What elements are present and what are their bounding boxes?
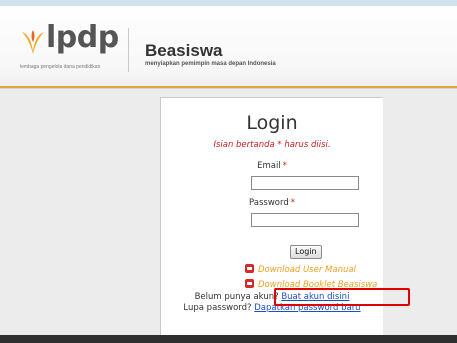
forgot-password-text: Lupa password?: [183, 303, 252, 313]
brand-subtitle: menyiapkan pemimpin masa depan Indonesia: [145, 61, 276, 67]
no-account-text: Belum punya akun?: [194, 292, 279, 302]
email-required-mark: *: [282, 161, 287, 171]
main-content: Login Isian bertanda * harus diisi. Emai…: [0, 89, 457, 337]
reset-password-link[interactable]: Dapatkan password baru: [254, 303, 360, 313]
login-panel: Login Isian bertanda * harus diisi. Emai…: [160, 97, 383, 337]
email-label-text: Email: [257, 161, 281, 171]
password-label: Password *: [161, 198, 383, 208]
download-booklet-link[interactable]: Download Booklet Beasiswa: [245, 279, 377, 291]
header-divider: [128, 28, 129, 72]
email-label: Email *: [161, 161, 383, 171]
pdf-icon: [245, 264, 254, 273]
create-account-line: Belum punya akun? Buat akun disini: [161, 292, 383, 303]
required-fields-hint: Isian bertanda * harus diisi.: [213, 140, 331, 150]
forgot-password-line: Lupa password? Dapatkan password baru: [161, 303, 383, 314]
pdf-icon: [245, 279, 254, 288]
download-user-manual-link[interactable]: Download User Manual: [245, 264, 356, 276]
create-account-link[interactable]: Buat akun disini: [281, 292, 349, 302]
download-user-manual-label: Download User Manual: [258, 265, 356, 275]
brand-title: Beasiswa: [145, 41, 223, 60]
download-booklet-label: Download Booklet Beasiswa: [258, 280, 378, 290]
password-label-text: Password: [249, 198, 289, 208]
logo-tagline: lembaga pengelola dana pendidikan: [20, 64, 101, 70]
logo-wordmark: lpdp: [46, 20, 119, 55]
bottom-bar: [0, 335, 457, 343]
password-required-mark: *: [290, 198, 295, 208]
email-field[interactable]: [251, 176, 359, 190]
login-title: Login: [246, 112, 298, 134]
login-button[interactable]: Login: [290, 245, 322, 259]
site-header: lpdp lembaga pengelola dana pendidikan B…: [0, 6, 457, 86]
password-field[interactable]: [251, 213, 359, 227]
lpdp-logo-icon: [22, 30, 44, 54]
